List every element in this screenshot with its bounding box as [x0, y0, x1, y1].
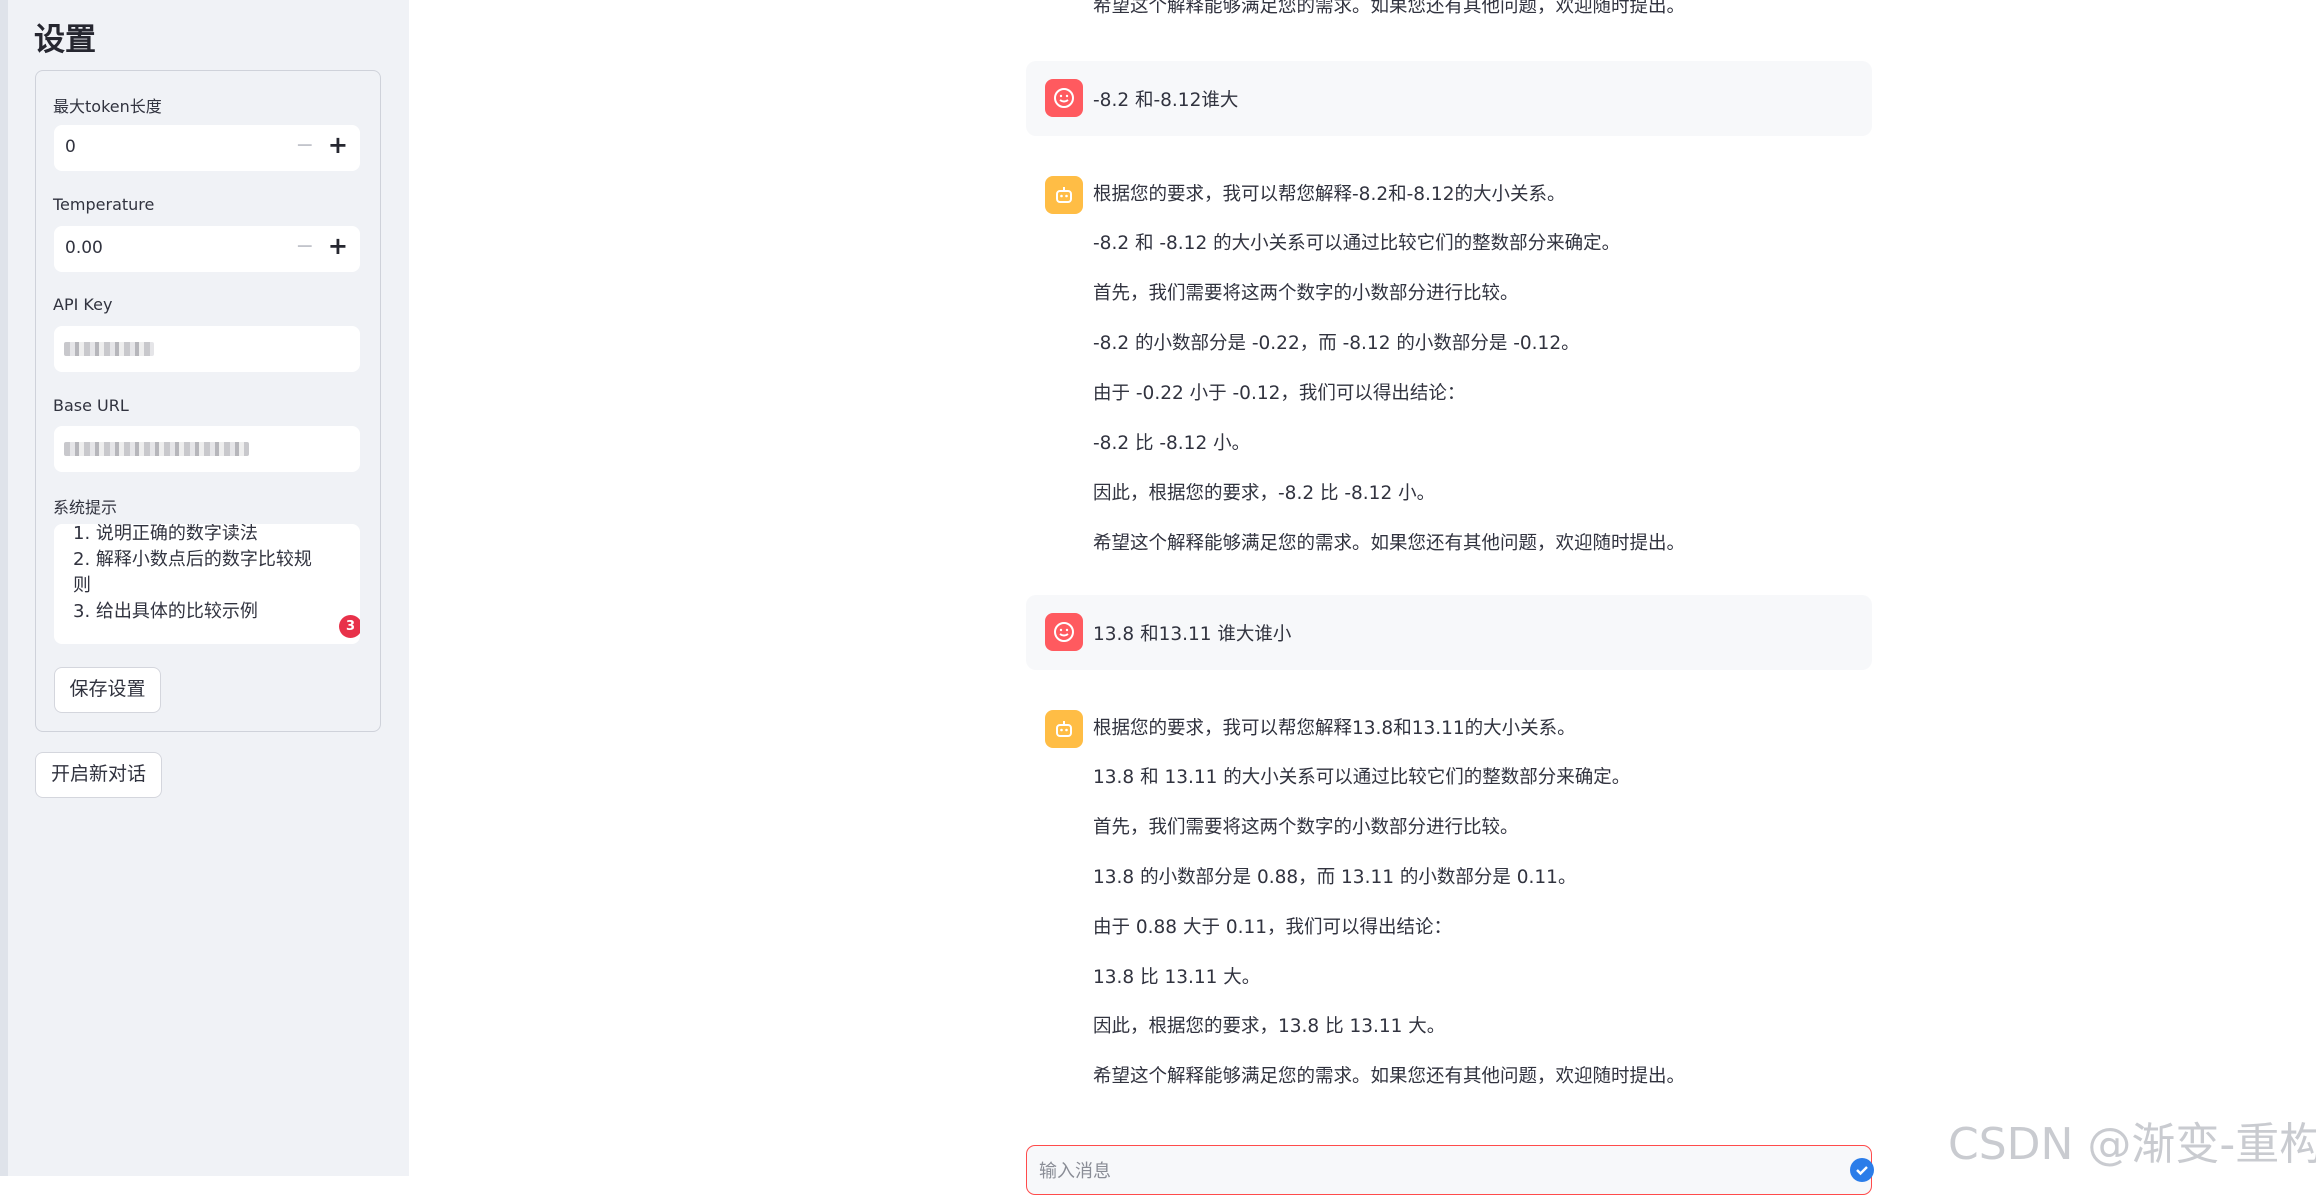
assistant-message-line: 首先，我们需要将这两个数字的小数部分进行比较。 — [1093, 817, 1519, 838]
assistant-message-line: 根据您的要求，我可以帮您解释-8.2和-8.12的大小关系。 — [1093, 184, 1566, 205]
api-key-label: API Key — [53, 295, 113, 314]
assistant-message-line: -8.2 和 -8.12 的大小关系可以通过比较它们的整数部分来确定。 — [1093, 233, 1621, 254]
system-prompt-textarea[interactable]: 1. 说明正确的数字读法 2. 解释小数点后的数字比较规 则 3. 给出具体的比… — [54, 524, 360, 644]
max-tokens-input[interactable]: 0 − + — [54, 125, 360, 171]
robot-icon — [1045, 710, 1083, 748]
system-prompt-label: 系统提示 — [53, 498, 118, 517]
save-settings-button[interactable]: 保存设置 — [54, 667, 161, 713]
sidebar: 设置 最大token长度 0 − + Temperature 0.00 − + … — [0, 0, 409, 1176]
assistant-message-line: -8.2 比 -8.12 小。 — [1093, 433, 1251, 454]
chat-area: 希望这个解释能够满足您的需求。如果您还有其他问题，欢迎随时提出。 -8.2 和-… — [409, 0, 2316, 1195]
chat-message-input[interactable] — [1037, 1156, 1801, 1186]
user-message-text: 13.8 和13.11 谁大谁小 — [1093, 624, 1292, 645]
temperature-increment-button[interactable]: + — [328, 232, 348, 260]
assistant-message-line: 由于 -0.22 小于 -0.12，我们可以得出结论： — [1093, 383, 1466, 404]
textarea-line: 则 — [73, 575, 91, 596]
base-url-input[interactable] — [54, 426, 360, 472]
max-tokens-label: 最大token长度 — [53, 97, 162, 116]
settings-form: 最大token长度 0 − + Temperature 0.00 − + API… — [35, 70, 381, 732]
temperature-label: Temperature — [53, 195, 155, 214]
textarea-line: 3. 给出具体的比较示例 — [73, 601, 258, 622]
assistant-message-line: 13.8 比 13.11 大。 — [1093, 967, 1261, 988]
user-message: 13.8 和13.11 谁大谁小 — [1026, 595, 1872, 670]
smile-face-icon — [1045, 613, 1083, 651]
user-message-text: -8.2 和-8.12谁大 — [1093, 90, 1239, 111]
assistant-message-line: 因此，根据您的要求，-8.2 比 -8.12 小。 — [1093, 483, 1436, 504]
assistant-message-line: 希望这个解释能够满足您的需求。如果您还有其他问题，欢迎随时提出。 — [1093, 533, 1686, 554]
new-chat-button[interactable]: 开启新对话 — [35, 752, 162, 798]
assistant-message-line: 希望这个解释能够满足您的需求。如果您还有其他问题，欢迎随时提出。 — [1093, 1066, 1686, 1087]
textarea-line: 2. 解释小数点后的数字比较规 — [73, 549, 312, 570]
sidebar-title: 设置 — [34, 22, 96, 58]
temperature-input[interactable]: 0.00 − + — [54, 226, 360, 272]
api-key-input[interactable] — [54, 326, 360, 372]
assistant-message-line: -8.2 的小数部分是 -0.22，而 -8.12 的小数部分是 -0.12。 — [1093, 333, 1580, 354]
chat-input-container — [1026, 1145, 1874, 1195]
assistant-message-line: 13.8 的小数部分是 0.88，而 13.11 的小数部分是 0.11。 — [1093, 867, 1577, 888]
assistant-message-line: 根据您的要求，我可以帮您解释13.8和13.11的大小关系。 — [1093, 718, 1576, 739]
robot-icon — [1045, 176, 1083, 214]
assistant-message-line: 由于 0.88 大于 0.11，我们可以得出结论： — [1093, 917, 1453, 938]
assistant-message-line: 因此，根据您的要求，13.8 比 13.11 大。 — [1093, 1016, 1446, 1037]
max-tokens-decrement-button[interactable]: − — [296, 133, 314, 158]
assistant-message-line: 首先，我们需要将这两个数字的小数部分进行比较。 — [1093, 283, 1519, 304]
smile-face-icon — [1045, 79, 1083, 117]
redacted-value — [64, 442, 249, 456]
redacted-value — [64, 342, 154, 356]
assistant-message-line: 13.8 和 13.11 的大小关系可以通过比较它们的整数部分来确定。 — [1093, 767, 1631, 788]
user-message: -8.2 和-8.12谁大 — [1026, 61, 1872, 136]
max-tokens-increment-button[interactable]: + — [328, 131, 348, 159]
max-tokens-value: 0 — [65, 137, 76, 157]
temperature-value: 0.00 — [65, 238, 103, 258]
send-check-icon[interactable] — [1850, 1158, 1874, 1182]
count-badge: 3 — [339, 615, 360, 638]
temperature-decrement-button[interactable]: − — [296, 234, 314, 259]
textarea-line: 1. 说明正确的数字读法 — [73, 524, 258, 544]
base-url-label: Base URL — [53, 396, 129, 415]
message-text: 希望这个解释能够满足您的需求。如果您还有其他问题，欢迎随时提出。 — [1093, 0, 1686, 17]
watermark: CSDN @渐变-重构 — [1948, 1119, 2316, 1170]
